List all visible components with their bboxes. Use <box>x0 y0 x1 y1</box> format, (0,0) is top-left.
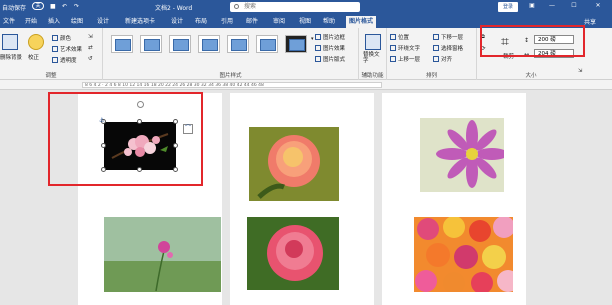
photo-highlight-box <box>48 92 203 186</box>
selection-pane-icon <box>433 45 439 51</box>
picture-border-icon <box>315 34 321 40</box>
style-thumb-1[interactable] <box>111 35 133 53</box>
share-button[interactable]: 共享 <box>584 17 596 26</box>
reset-picture-icon[interactable]: ↺ <box>88 56 93 62</box>
transparency-button[interactable]: 透明度 <box>52 56 77 64</box>
wrap-text-icon <box>390 45 396 51</box>
picture-effects-button[interactable]: 图片效果 <box>315 44 345 52</box>
picture-effects-icon <box>315 45 321 51</box>
bring-forward-button[interactable]: 上移一层 <box>390 55 420 63</box>
close-icon[interactable]: ✕ <box>594 2 602 10</box>
pink-rose-image <box>247 217 339 290</box>
remove-background-label[interactable]: 删除背景 <box>0 53 22 61</box>
photo-orange-rose[interactable] <box>249 127 339 201</box>
pink-gerbera-image <box>420 118 504 192</box>
group-adjust-label: 调整 <box>45 73 57 79</box>
photo-gerbera-bouquet[interactable] <box>414 217 513 292</box>
photo-pink-rose[interactable] <box>247 217 339 290</box>
transparency-icon <box>52 57 58 63</box>
tab-mailings[interactable]: 邮件 <box>243 16 261 28</box>
size-highlight-box <box>480 25 585 57</box>
alt-text-label[interactable]: 替换文字 <box>363 52 383 64</box>
group-picture-styles: ▾ 图片边框 图片效果 图片版式 图片样式 <box>103 28 359 80</box>
artistic-effects-button[interactable]: 艺术效果 <box>52 45 82 53</box>
tab-picture-format[interactable]: 图片格式 <box>346 16 377 28</box>
search-input[interactable]: 搜索 <box>230 2 360 12</box>
document-title: 文档2 - Word <box>155 5 193 12</box>
ribbon-display-icon[interactable]: ▣ <box>528 2 536 10</box>
ruler-scale: 8 6 4 2 · 2 4 6 8 10 12 14 16 18 20 22 2… <box>82 82 382 88</box>
styles-scroll-icon[interactable]: ▾ <box>311 36 314 42</box>
tab-file[interactable]: 文件 <box>0 16 18 28</box>
autosave-toggle[interactable]: 关 <box>32 2 44 10</box>
style-thumb-3[interactable] <box>169 35 191 53</box>
send-backward-icon <box>433 34 439 40</box>
ribbon: 删除背景 校正 颜色 艺术效果 透明度 ⇲ ⇄ ↺ 调整 ▾ 图片边框 图片效果… <box>0 25 612 80</box>
bring-forward-icon <box>390 56 396 62</box>
picture-layout-button[interactable]: 图片版式 <box>315 55 345 63</box>
search-icon <box>234 4 239 9</box>
position-icon <box>390 34 396 40</box>
redo-icon[interactable]: ↷ <box>74 3 79 10</box>
corrections-label[interactable]: 校正 <box>28 53 39 61</box>
color-icon <box>52 35 58 41</box>
tab-review[interactable]: 审阅 <box>270 16 288 28</box>
tab-new[interactable]: 新建选项卡 <box>122 16 158 28</box>
tab-view[interactable]: 视图 <box>296 16 314 28</box>
orange-rose-image <box>249 127 339 201</box>
remove-background-icon[interactable] <box>2 34 18 50</box>
gerbera-bouquet-image <box>414 217 513 292</box>
group-arrange-label: 排列 <box>425 73 437 79</box>
compress-icon[interactable]: ⇲ <box>88 34 93 40</box>
selection-pane-button[interactable]: 选择窗格 <box>433 44 463 52</box>
position-button[interactable]: 位置 <box>390 33 409 41</box>
undo-icon[interactable]: ↶ <box>62 3 67 10</box>
picture-border-button[interactable]: 图片边框 <box>315 33 345 41</box>
style-thumb-6[interactable] <box>256 35 278 53</box>
search-placeholder: 搜索 <box>244 3 257 10</box>
login-button[interactable]: 登录 <box>498 2 518 12</box>
save-icon[interactable]: ■ <box>50 3 56 10</box>
alt-text-icon[interactable] <box>365 34 381 50</box>
send-backward-button[interactable]: 下移一层 <box>433 33 463 41</box>
change-picture-icon[interactable]: ⇄ <box>88 45 93 51</box>
picture-layout-icon <box>315 56 321 62</box>
align-icon <box>433 56 439 62</box>
tab-layout[interactable]: 布局 <box>192 16 210 28</box>
color-button[interactable]: 颜色 <box>52 34 71 42</box>
autosave-label[interactable]: 自动保存 <box>2 3 26 12</box>
maximize-icon[interactable]: ☐ <box>570 2 578 10</box>
photo-field-flower[interactable] <box>104 217 221 292</box>
photo-pink-gerbera[interactable] <box>420 118 504 192</box>
minimize-icon[interactable]: — <box>548 2 556 10</box>
group-accessibility-label: 辅助功能 <box>361 73 384 79</box>
tab-draw[interactable]: 绘图 <box>68 16 86 28</box>
style-thumb-7[interactable] <box>285 35 307 53</box>
tab-references[interactable]: 引用 <box>218 16 236 28</box>
group-adjust: 删除背景 校正 颜色 艺术效果 透明度 ⇲ ⇄ ↺ 调整 <box>0 28 103 80</box>
style-thumb-5[interactable] <box>227 35 249 53</box>
tab-help[interactable]: 帮助 <box>320 16 338 28</box>
title-bar: 自动保存 关 ■ ↶ ↷ 文档2 - Word 搜索 登录 ▣ — ☐ ✕ <box>0 0 612 14</box>
style-thumb-4[interactable] <box>198 35 220 53</box>
tab-design[interactable]: 设计 <box>94 16 112 28</box>
tab-home[interactable]: 开始 <box>22 16 40 28</box>
tab-design-2[interactable]: 设计 <box>168 16 186 28</box>
style-thumb-2[interactable] <box>140 35 162 53</box>
group-arrange: 位置 环绕文字 上移一层 下移一层 选择窗格 对齐 排列 <box>387 28 477 80</box>
tab-insert[interactable]: 插入 <box>45 16 63 28</box>
size-launcher-icon[interactable]: ⇲ <box>578 68 582 74</box>
ruler: 8 6 4 2 · 2 4 6 8 10 12 14 16 18 20 22 2… <box>0 80 612 90</box>
group-styles-label: 图片样式 <box>219 73 242 79</box>
align-button[interactable]: 对齐 <box>433 55 452 63</box>
group-size-label: 大小 <box>525 73 537 79</box>
group-accessibility: 替换文字 辅助功能 <box>359 28 387 80</box>
field-flower-image <box>104 217 221 292</box>
wrap-text-button[interactable]: 环绕文字 <box>390 44 420 52</box>
corrections-icon[interactable] <box>28 34 44 50</box>
artistic-effects-icon <box>52 46 58 52</box>
